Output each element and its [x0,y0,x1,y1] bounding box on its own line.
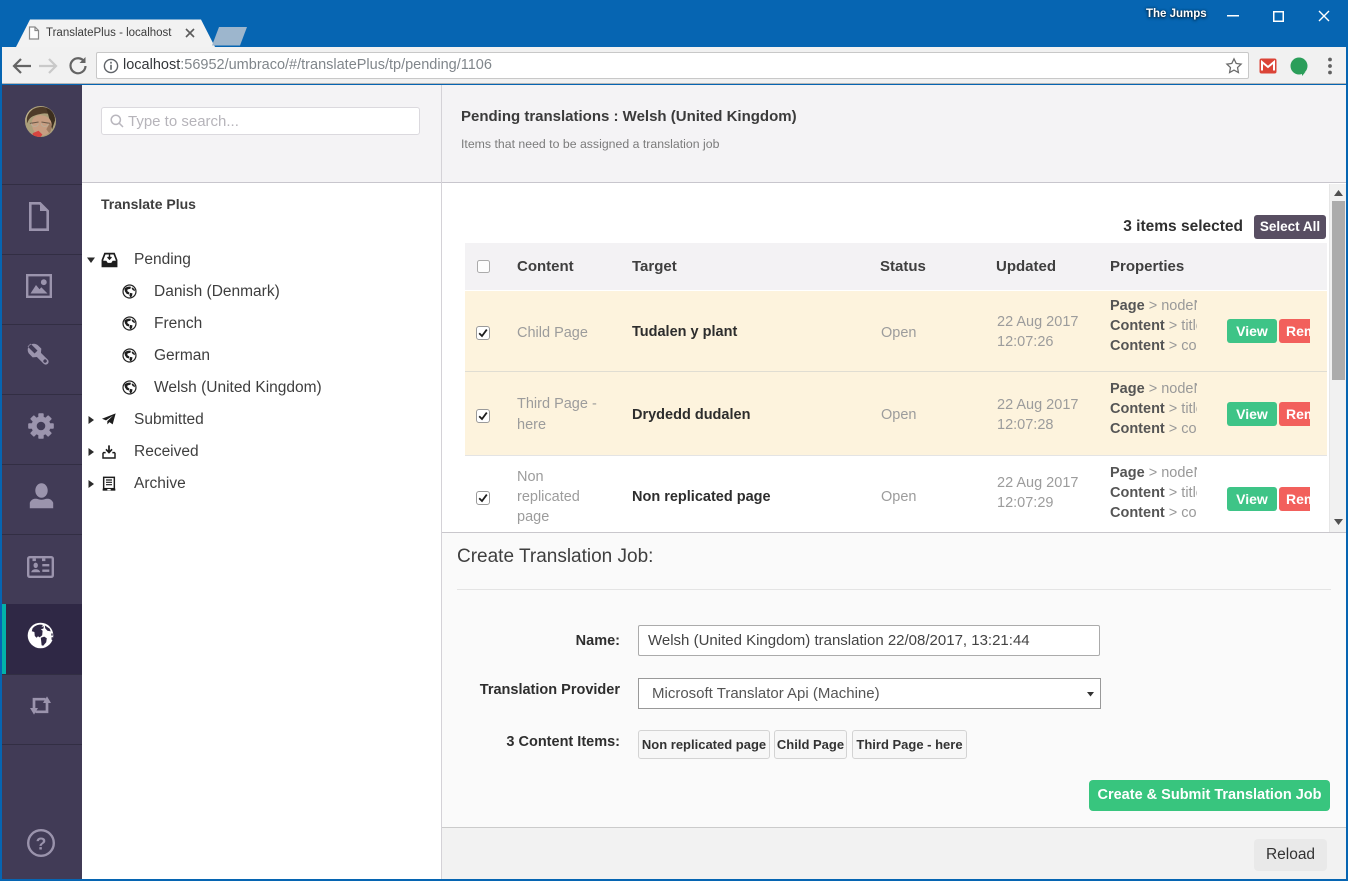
svg-text:?: ? [36,834,47,854]
